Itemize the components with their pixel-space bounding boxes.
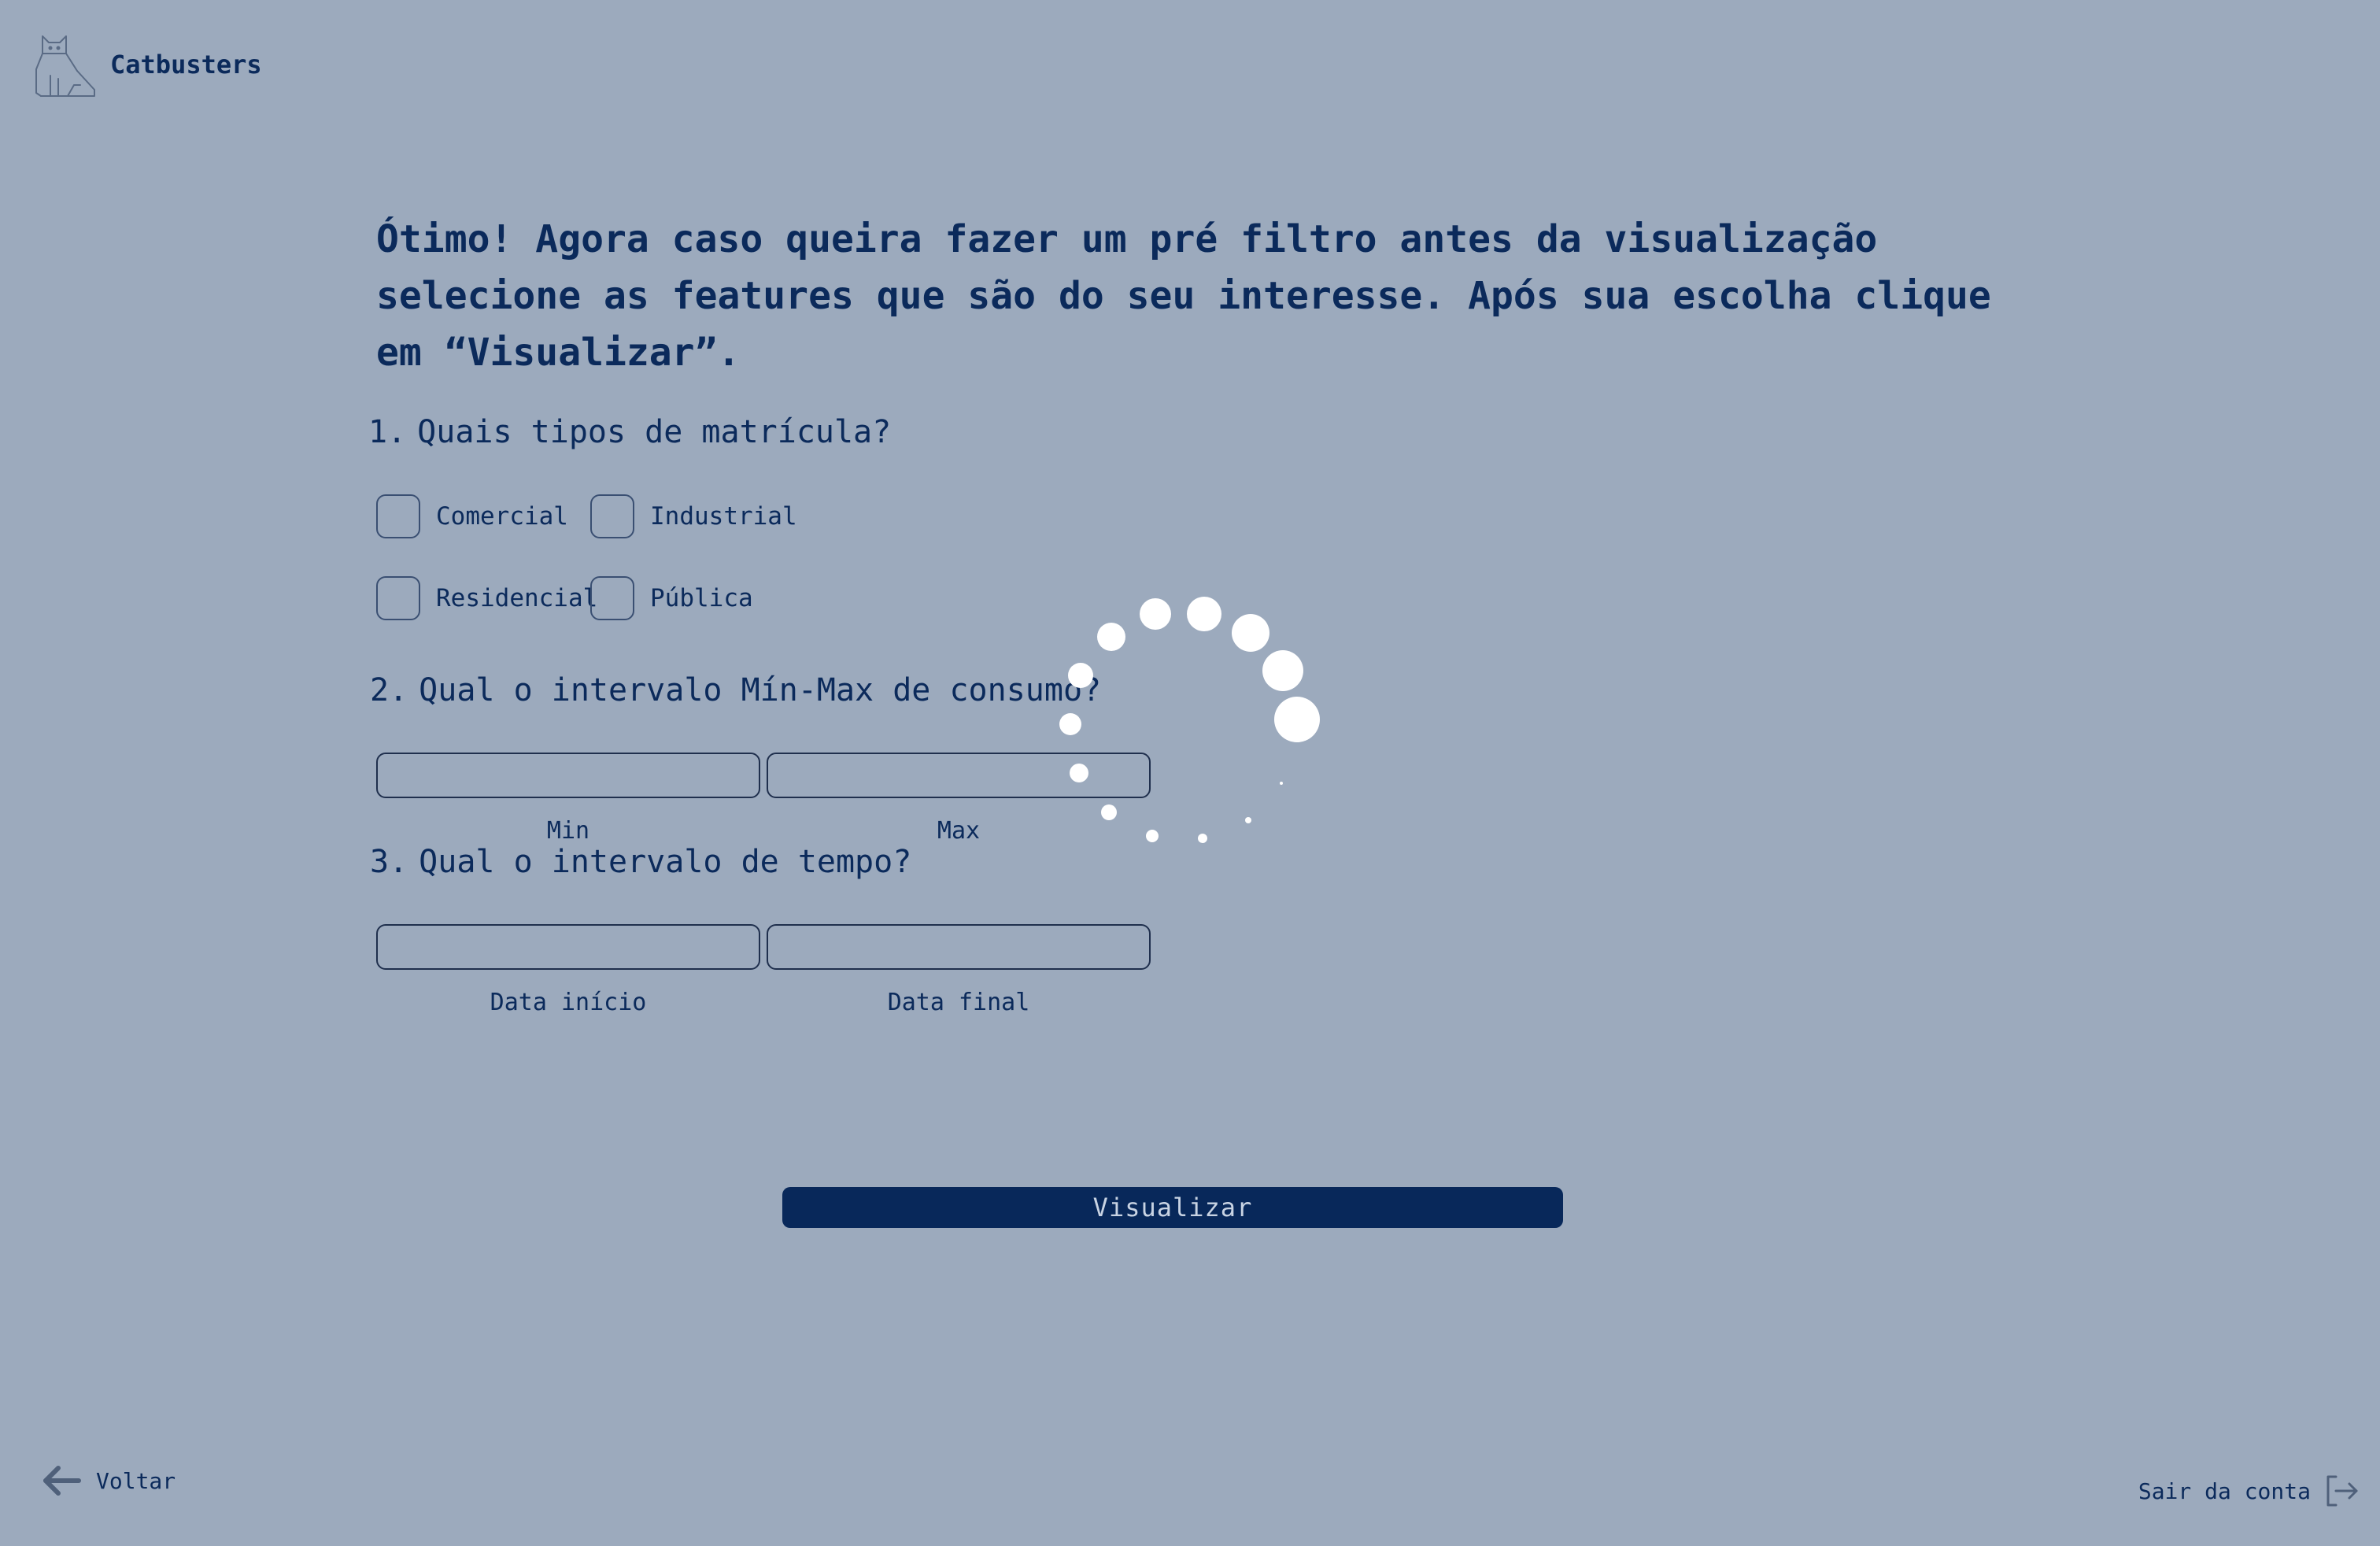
question-2: 2. Qual o intervalo Mín-Max de consumo? (370, 672, 1101, 708)
back-button[interactable]: Voltar (41, 1464, 176, 1497)
logout-label: Sair da conta (2138, 1478, 2311, 1504)
brand: Catbusters (31, 30, 262, 99)
checkbox-industrial[interactable] (590, 494, 634, 538)
start-date-caption: Data início (490, 989, 647, 1016)
min-consumption-input[interactable] (376, 753, 760, 798)
arrow-left-icon (43, 1466, 81, 1496)
question-text: Quais tipos de matrícula? (417, 414, 892, 450)
page-title: Ótimo! Agora caso queira fazer um pré fi… (376, 217, 1991, 375)
checkbox-residencial[interactable] (376, 576, 420, 620)
checkbox-label-residencial: Residencial (436, 584, 598, 612)
checkbox-comercial[interactable] (376, 494, 420, 538)
back-label: Voltar (96, 1467, 176, 1494)
question-number: 2. (370, 672, 408, 708)
checkbox-label-industrial: Industrial (650, 502, 797, 531)
checkbox-label-comercial: Comercial (436, 502, 568, 531)
question-text: Qual o intervalo Mín-Max de consumo? (419, 672, 1102, 708)
question-3: 3. Qual o intervalo de tempo? (370, 844, 911, 880)
loading-spinner-icon (1059, 597, 1320, 843)
question-number: 1. (368, 414, 407, 450)
min-consumption-caption: Min (546, 817, 590, 845)
brand-name: Catbusters (110, 50, 262, 80)
question-number: 3. (370, 844, 408, 880)
question-text: Qual o intervalo de tempo? (419, 844, 912, 880)
logout-button[interactable]: Sair da conta (2138, 1474, 2360, 1508)
logout-icon (2326, 1475, 2358, 1507)
checkbox-label-publica: Pública (650, 584, 753, 612)
question-1: 1. Quais tipos de matrícula? (368, 414, 891, 450)
checkbox-publica[interactable] (590, 576, 634, 620)
start-date-input[interactable] (376, 924, 760, 970)
cat-icon (35, 35, 95, 97)
visualizar-button[interactable]: Visualizar (782, 1187, 1563, 1228)
end-date-input[interactable] (767, 924, 1151, 970)
end-date-caption: Data final (887, 989, 1030, 1016)
